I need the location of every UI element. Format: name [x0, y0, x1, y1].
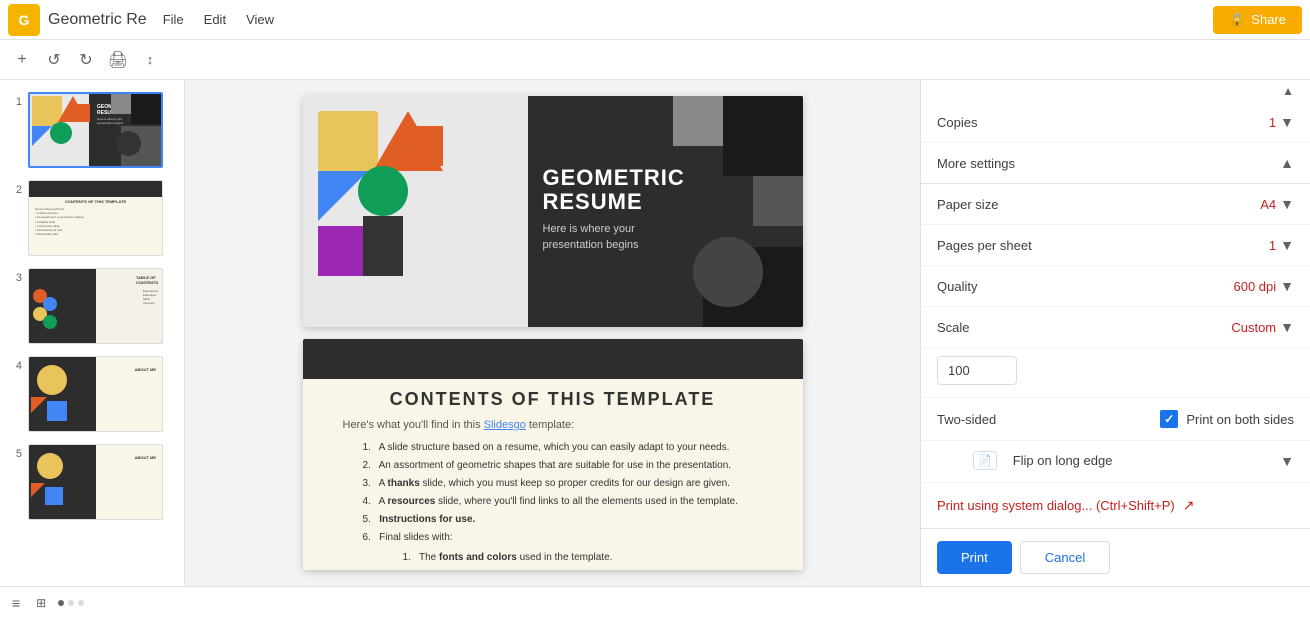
menu-bar: File Edit View — [155, 8, 282, 31]
print-both-sides-label: Print on both sides — [1186, 412, 1294, 427]
print-panel: ▲ Copies 1 ▼ More settings ▲ Paper size … — [920, 80, 1310, 586]
slide-img-5: ABOUT ME — [28, 444, 163, 520]
slide-thumb-5[interactable]: 5 ABOUT ME — [4, 440, 180, 524]
panel-footer: Print Cancel — [921, 528, 1310, 586]
canvas-area: GEOMETRICRESUME Here is where yourpresen… — [185, 80, 920, 586]
slide-num-1: 1 — [8, 92, 22, 108]
print-button[interactable]: Print — [937, 541, 1012, 574]
copies-value: 1 — [1269, 115, 1276, 130]
pages-per-sheet-value: 1 — [1269, 238, 1276, 253]
paper-size-row: Paper size A4 ▼ — [921, 184, 1310, 225]
undo-button[interactable]: ↺ — [40, 46, 68, 74]
slide-num-5: 5 — [8, 444, 22, 460]
quality-dropdown[interactable]: ▼ — [1280, 278, 1294, 294]
quality-row: Quality 600 dpi ▼ — [921, 266, 1310, 307]
external-link-icon: ↗ — [1183, 497, 1195, 514]
flip-icon: 📄 — [973, 451, 997, 470]
flip-dropdown[interactable]: ▼ — [1280, 453, 1294, 469]
pages-per-sheet-row: Pages per sheet 1 ▼ — [921, 225, 1310, 266]
copies-value-wrap: 1 ▼ — [1269, 114, 1294, 130]
paper-size-value: A4 — [1260, 197, 1276, 212]
list-view-button[interactable]: ≡ — [8, 591, 24, 615]
slide-thumb-4[interactable]: 4 ABOUT ME — [4, 352, 180, 436]
slide-num-3: 3 — [8, 268, 22, 284]
pages-per-sheet-dropdown[interactable]: ▼ — [1280, 237, 1294, 253]
share-button[interactable]: 🔒 Share — [1213, 6, 1302, 34]
more-settings-chevron-up[interactable]: ▲ — [1280, 155, 1294, 171]
lock-icon: 🔒 — [1229, 12, 1245, 28]
flip-row: 📄 Flip on long edge ▼ — [921, 441, 1310, 483]
print-toolbar-button[interactable]: 🖨 — [104, 46, 132, 74]
scale-value: Custom — [1231, 320, 1276, 335]
indicator-dot-3 — [78, 600, 84, 606]
two-sided-label: Two-sided — [937, 412, 1152, 427]
quality-label: Quality — [937, 279, 977, 294]
slide-num-2: 2 — [8, 180, 22, 196]
bottom-bar: ≡ ⊞ — [0, 586, 1310, 618]
paper-size-label: Paper size — [937, 197, 998, 212]
doc-title: Geometric Re — [48, 11, 147, 29]
scale-row: Scale Custom ▼ — [921, 307, 1310, 348]
top-bar: G Geometric Re File Edit View 🔒 Share — [0, 0, 1310, 40]
pages-per-sheet-label: Pages per sheet — [937, 238, 1032, 253]
menu-edit[interactable]: Edit — [196, 8, 234, 31]
scale-input[interactable] — [937, 356, 1017, 385]
paper-size-dropdown[interactable]: ▼ — [1280, 196, 1294, 212]
slide-indicator — [58, 600, 84, 606]
app-icon: G — [8, 4, 40, 36]
copies-label: Copies — [937, 115, 977, 130]
slide-num-4: 4 — [8, 356, 22, 372]
cancel-button[interactable]: Cancel — [1020, 541, 1110, 574]
slide-img-4: ABOUT ME — [28, 356, 163, 432]
grid-view-button[interactable]: ⊞ — [32, 592, 50, 614]
main-content: 1 GEOMETRIC RESUME Here is where yourpre… — [0, 80, 1310, 586]
slide-panel: 1 GEOMETRIC RESUME Here is where yourpre… — [0, 80, 185, 586]
slide-thumb-2[interactable]: 2 CONTENTS OF THIS TEMPLATE Here's what … — [4, 176, 180, 260]
add-button[interactable]: + — [8, 46, 36, 74]
slide-thumb-1[interactable]: 1 GEOMETRIC RESUME Here is where yourpre… — [4, 88, 180, 172]
more-settings-label: More settings — [937, 156, 1015, 171]
scale-label: Scale — [937, 320, 970, 335]
toolbar: + ↺ ↻ 🖨 ↕ — [0, 40, 1310, 80]
quality-value: 600 dpi — [1233, 279, 1276, 294]
system-dialog-row[interactable]: Print using system dialog... (Ctrl+Shift… — [921, 483, 1310, 528]
copies-row: Copies 1 ▼ — [921, 102, 1310, 143]
slide-canvas-main: GEOMETRICRESUME Here is where yourpresen… — [303, 96, 803, 327]
slide-img-2: CONTENTS OF THIS TEMPLATE Here's what yo… — [28, 180, 163, 256]
indicator-dot-1 — [58, 600, 64, 606]
slide-thumb-3[interactable]: 3 TABLE OFCONTENTS ExperienceEducationSk… — [4, 264, 180, 348]
more-settings-header[interactable]: More settings ▲ — [921, 143, 1310, 184]
two-sided-checkbox[interactable] — [1160, 410, 1178, 428]
slide-img-3: TABLE OFCONTENTS ExperienceEducationSkil… — [28, 268, 163, 344]
indicator-dot-2 — [68, 600, 74, 606]
slide-canvas-secondary: CONTENTS OF THIS TEMPLATE Here's what yo… — [303, 339, 803, 570]
flip-label: Flip on long edge — [1013, 453, 1113, 468]
slide-img-1: GEOMETRIC RESUME Here is where yourprese… — [28, 92, 163, 168]
paper-size-value-wrap: A4 ▼ — [1260, 196, 1294, 212]
scale-dropdown[interactable]: ▼ — [1280, 319, 1294, 335]
scale-value-wrap: Custom ▼ — [1231, 319, 1294, 335]
pages-per-sheet-value-wrap: 1 ▼ — [1269, 237, 1294, 253]
menu-view[interactable]: View — [238, 8, 282, 31]
menu-file[interactable]: File — [155, 8, 192, 31]
quality-value-wrap: 600 dpi ▼ — [1233, 278, 1294, 294]
flip-value-wrap: Flip on long edge ▼ — [1013, 453, 1294, 469]
system-dialog-text: Print using system dialog... (Ctrl+Shift… — [937, 498, 1175, 513]
format-button[interactable]: ↕ — [136, 46, 164, 74]
two-sided-row: Two-sided Print on both sides — [921, 398, 1310, 441]
scale-input-row — [921, 348, 1310, 398]
panel-scroll-up[interactable]: ▲ — [921, 80, 1310, 102]
redo-button[interactable]: ↻ — [72, 46, 100, 74]
copies-dropdown-arrow[interactable]: ▼ — [1280, 114, 1294, 130]
